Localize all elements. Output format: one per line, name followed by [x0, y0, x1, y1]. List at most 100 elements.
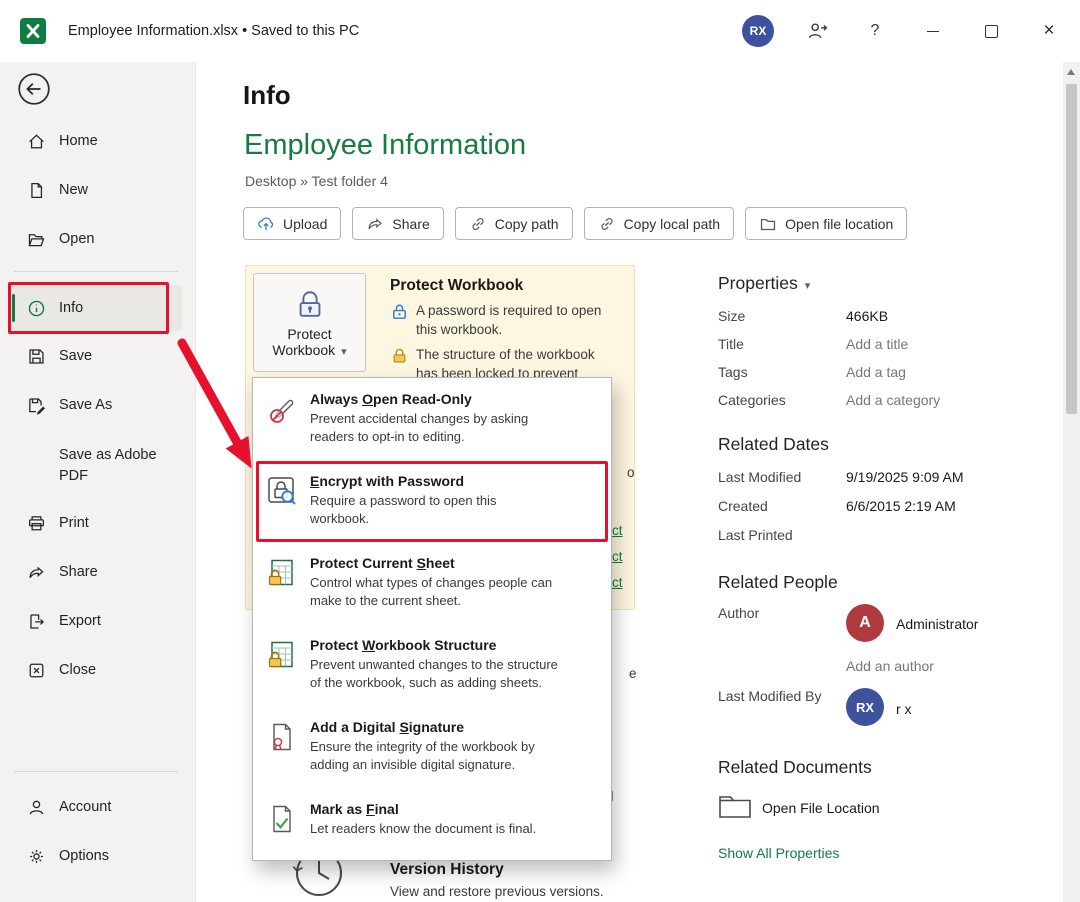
sidebar-item-export[interactable]: Export	[12, 601, 182, 641]
share-arrow-icon	[366, 215, 384, 233]
sidebar-item-new[interactable]: New	[12, 170, 182, 210]
structure-locked-icon	[390, 346, 409, 365]
copy-path-button[interactable]: Copy path	[455, 207, 573, 240]
sidebar-divider	[14, 771, 178, 772]
sidebar-item-info[interactable]: Info	[12, 285, 182, 331]
read-only-pencil-icon	[266, 393, 298, 465]
excel-backstage-window: Employee Information.xlsx • Saved to thi…	[0, 0, 1080, 902]
home-icon	[27, 132, 46, 151]
clipped-unprotect-link[interactable]: ct	[612, 523, 623, 538]
maximize-icon	[985, 25, 998, 38]
sidebar-item-options[interactable]: Options	[12, 836, 182, 876]
account-icon	[27, 798, 46, 817]
scroll-up-arrow-icon[interactable]	[1067, 69, 1075, 75]
info-icon	[27, 299, 46, 318]
sidebar-divider	[14, 271, 178, 272]
menu-item-title: Protect Workbook Structure	[310, 637, 558, 653]
copy-local-path-button[interactable]: Copy local path	[584, 207, 735, 240]
minimize-button[interactable]	[910, 0, 956, 62]
clipped-text-fragment: e	[629, 666, 637, 681]
version-history-description: View and restore previous versions.	[390, 884, 604, 899]
version-history-title[interactable]: Version History	[390, 861, 504, 879]
author-name: Administrator	[896, 616, 978, 632]
save-icon	[27, 347, 46, 366]
chevron-down-icon: ▾	[341, 346, 347, 358]
close-icon: ×	[1043, 20, 1054, 42]
upload-cloud-icon	[257, 215, 275, 233]
protect-workbook-menu: Always Open Read-Only Prevent accidental…	[252, 377, 612, 861]
menu-item-description: Require a password to open thisworkbook.	[310, 492, 496, 528]
property-row-last-modified: Last Modified 9/19/2025 9:09 AM	[718, 463, 964, 491]
chevron-down-icon: ▾	[805, 280, 811, 292]
folder-icon	[759, 215, 777, 233]
password-required-icon	[390, 302, 409, 321]
related-dates-header: Related Dates	[718, 434, 829, 455]
maximize-button[interactable]	[968, 0, 1014, 62]
options-gear-icon	[27, 847, 46, 866]
breadcrumb: Desktop » Test folder 4	[245, 173, 388, 189]
protect-lock-icon	[293, 288, 327, 322]
clipped-unprotect-link[interactable]: ct	[612, 549, 623, 564]
sidebar-item-save[interactable]: Save	[12, 336, 182, 376]
author-label: Author	[718, 605, 759, 621]
scrollbar-thumb[interactable]	[1066, 84, 1077, 414]
protect-card-title: Protect Workbook	[390, 277, 523, 295]
menu-item-description: Prevent accidental changes by askingread…	[310, 410, 528, 446]
properties-header[interactable]: Properties▾	[718, 273, 810, 294]
help-button[interactable]: ?	[852, 0, 898, 62]
property-row-categories: Categories Add a category	[718, 386, 940, 414]
sidebar-item-account[interactable]: Account	[12, 787, 182, 827]
modifier-name: r x	[896, 701, 912, 717]
share-button[interactable]: Share	[352, 207, 443, 240]
property-row-last-printed: Last Printed	[718, 521, 846, 549]
menu-item-add-digital-signature[interactable]: Add a Digital Signature Ensure the integ…	[253, 711, 611, 793]
vertical-scrollbar[interactable]	[1063, 62, 1080, 902]
sidebar-item-home[interactable]: Home	[12, 121, 182, 161]
sidebar-item-save-as-adobe-pdf[interactable]: Save as Adobe PDF	[12, 438, 182, 494]
property-row-title: Title Add a title	[718, 330, 908, 358]
clipped-unprotect-link[interactable]: ct	[612, 575, 623, 590]
upload-button[interactable]: Upload	[243, 207, 341, 240]
menu-item-description: Prevent unwanted changes to the structur…	[310, 656, 558, 692]
protect-workbook-button[interactable]: Protect Workbook ▾	[253, 273, 366, 372]
author-avatar: A	[846, 604, 884, 642]
user-avatar[interactable]: RX	[742, 15, 774, 47]
menu-item-description: Let readers know the document is final.	[310, 820, 536, 838]
menu-item-encrypt-with-password[interactable]: Encrypt with Password Require a password…	[253, 465, 611, 547]
add-author-field[interactable]: Add an author	[846, 658, 934, 674]
menu-item-protect-workbook-structure[interactable]: Protect Workbook Structure Prevent unwan…	[253, 629, 611, 711]
sidebar-item-share[interactable]: Share	[12, 552, 182, 592]
document-title: Employee Information.xlsx • Saved to thi…	[68, 0, 359, 62]
modifier-avatar: RX	[846, 688, 884, 726]
property-row-tags: Tags Add a tag	[718, 358, 906, 386]
menu-item-always-open-read-only[interactable]: Always Open Read-Only Prevent accidental…	[253, 383, 611, 465]
property-row-created: Created 6/6/2015 2:19 AM	[718, 492, 956, 520]
menu-item-description: Control what types of changes people can…	[310, 574, 552, 610]
clipped-text-fragment: o	[627, 465, 635, 480]
excel-app-icon	[20, 18, 46, 44]
share-presence-icon[interactable]	[806, 20, 828, 42]
close-window-button[interactable]: ×	[1026, 0, 1072, 62]
menu-item-protect-current-sheet[interactable]: Protect Current Sheet Control what types…	[253, 547, 611, 629]
page-title: Info	[243, 80, 291, 111]
menu-item-title: Protect Current Sheet	[310, 555, 552, 571]
show-all-properties-link[interactable]: Show All Properties	[718, 845, 839, 861]
back-button[interactable]	[17, 72, 51, 106]
related-documents-header: Related Documents	[718, 757, 872, 778]
open-file-location-button[interactable]: Open file location	[745, 207, 907, 240]
minimize-icon	[927, 31, 939, 32]
sidebar-item-close[interactable]: Close	[12, 650, 182, 690]
menu-item-title: Mark as Final	[310, 801, 536, 817]
sidebar-item-print[interactable]: Print	[12, 503, 182, 543]
sidebar-item-save-as[interactable]: Save As	[12, 385, 182, 425]
open-file-location-link[interactable]: Open File Location	[762, 800, 880, 816]
menu-item-title: Add a Digital Signature	[310, 719, 535, 735]
back-arrow-icon	[17, 72, 51, 106]
save-as-icon	[27, 396, 46, 415]
sidebar-item-open[interactable]: Open	[12, 219, 182, 259]
digital-signature-icon	[266, 721, 298, 793]
share-icon	[27, 563, 46, 582]
titlebar: Employee Information.xlsx • Saved to thi…	[0, 0, 1080, 62]
backstage-sidebar: Home New Open Info Save Save As Save as …	[0, 62, 196, 902]
menu-item-mark-as-final[interactable]: Mark as Final Let readers know the docum…	[253, 793, 611, 855]
